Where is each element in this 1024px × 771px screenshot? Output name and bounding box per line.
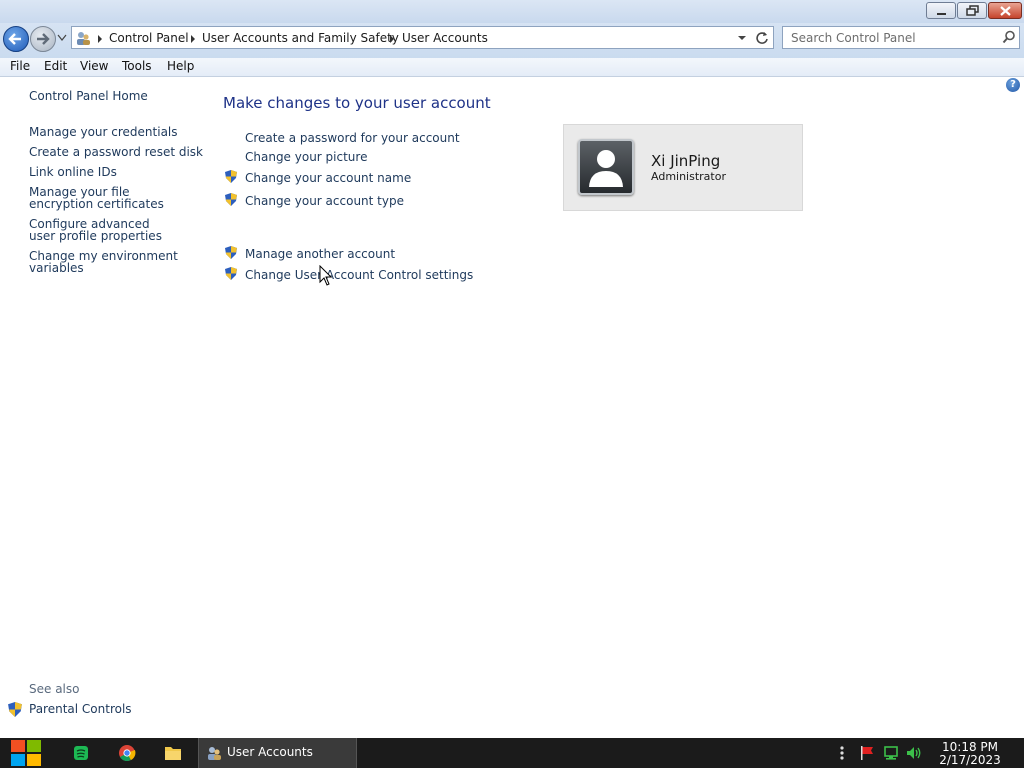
- breadcrumb-separator[interactable]: [191, 35, 195, 43]
- change-uac-settings-link[interactable]: Change User Account Control settings: [245, 268, 473, 282]
- change-account-name-link[interactable]: Change your account name: [245, 171, 411, 185]
- clock-time[interactable]: 10:18 PM: [930, 740, 1010, 754]
- chrome-icon: [119, 745, 136, 762]
- action-center-flag-icon[interactable]: [859, 745, 875, 761]
- close-icon: [1000, 6, 1011, 16]
- menu-tools[interactable]: Tools: [122, 59, 152, 73]
- network-icon[interactable]: [883, 745, 899, 761]
- menu-bar: File Edit View Tools Help: [0, 58, 1024, 77]
- refresh-icon[interactable]: [755, 31, 769, 45]
- address-bar[interactable]: Control Panel User Accounts and Family S…: [71, 26, 774, 49]
- user-role: Administrator: [651, 170, 726, 183]
- spotify-icon: [74, 746, 88, 760]
- search-icon[interactable]: [1002, 30, 1016, 44]
- taskbar-app-label: User Accounts: [227, 745, 313, 759]
- control-panel-home-link[interactable]: Control Panel Home: [29, 90, 148, 102]
- change-environment-variables-link[interactable]: Change my environment variables: [29, 250, 179, 274]
- forward-button[interactable]: [30, 26, 56, 52]
- manage-another-account-link[interactable]: Manage another account: [245, 247, 395, 261]
- see-also-heading: See also: [29, 682, 80, 696]
- link-online-ids-link[interactable]: Link online IDs: [29, 166, 117, 178]
- file-explorer-icon: [165, 747, 181, 760]
- back-arrow-icon: [8, 33, 21, 45]
- user-name: Xi JinPing: [651, 152, 721, 170]
- title-bar: [0, 0, 1024, 23]
- breadcrumb-separator[interactable]: [98, 35, 102, 43]
- user-accounts-window: Control Panel User Accounts and Family S…: [0, 0, 1024, 738]
- uac-shield-icon: [225, 267, 237, 280]
- create-password-reset-disk-link[interactable]: Create a password reset disk: [29, 146, 203, 158]
- manage-credentials-link[interactable]: Manage your credentials: [29, 126, 178, 138]
- forward-arrow-icon: [37, 33, 50, 45]
- user-accounts-app-icon: [208, 747, 221, 760]
- navigation-bar: Control Panel User Accounts and Family S…: [0, 23, 1024, 58]
- taskbar-user-accounts[interactable]: User Accounts: [198, 738, 357, 768]
- start-button[interactable]: [8, 738, 44, 768]
- breadcrumb-control-panel[interactable]: Control Panel: [109, 31, 189, 45]
- chrome-button[interactable]: [117, 738, 137, 768]
- back-button[interactable]: [3, 26, 29, 52]
- user-avatar: [578, 139, 634, 195]
- user-account-tile: Xi JinPing Administrator: [563, 124, 803, 211]
- uac-shield-icon: [225, 193, 237, 206]
- uac-shield-icon: [225, 170, 237, 183]
- page-title: Make changes to your user account: [223, 94, 491, 112]
- create-password-link[interactable]: Create a password for your account: [245, 131, 460, 145]
- menu-file[interactable]: File: [10, 59, 30, 73]
- taskbar: User Accounts 10:18 PM 2/17/2023: [0, 738, 1024, 768]
- breadcrumb-user-accounts[interactable]: User Accounts: [402, 31, 488, 45]
- recent-pages-chevron-icon[interactable]: [57, 34, 67, 42]
- uac-shield-icon: [225, 246, 237, 259]
- control-panel-users-icon: [77, 32, 90, 45]
- parental-controls-link[interactable]: Parental Controls: [29, 702, 132, 716]
- help-icon[interactable]: ?: [1006, 78, 1020, 92]
- restore-icon: [966, 5, 979, 16]
- configure-advanced-user-profile-link[interactable]: Configure advanced user profile properti…: [29, 218, 179, 242]
- menu-help[interactable]: Help: [167, 59, 194, 73]
- manage-file-encryption-certificates-link[interactable]: Manage your file encryption certificates: [29, 186, 189, 210]
- minimize-icon: [937, 13, 946, 15]
- restore-button[interactable]: [957, 2, 987, 19]
- change-account-type-link[interactable]: Change your account type: [245, 194, 404, 208]
- spotify-button[interactable]: [71, 738, 91, 768]
- change-picture-link[interactable]: Change your picture: [245, 150, 367, 164]
- mouse-cursor-icon: [319, 265, 333, 286]
- search-box[interactable]: [782, 26, 1020, 49]
- menu-view[interactable]: View: [80, 59, 108, 73]
- file-explorer-button[interactable]: [163, 738, 183, 768]
- overflow-icon[interactable]: [838, 745, 846, 761]
- minimize-button[interactable]: [926, 2, 956, 19]
- close-button[interactable]: [988, 2, 1022, 19]
- parental-controls-icon: [8, 702, 22, 717]
- address-dropdown-icon[interactable]: [737, 35, 747, 42]
- default-user-picture-icon: [589, 150, 623, 187]
- breadcrumb-separator[interactable]: [390, 35, 394, 43]
- menu-edit[interactable]: Edit: [44, 59, 67, 73]
- breadcrumb-user-accounts-family-safety[interactable]: User Accounts and Family Safety: [202, 31, 399, 45]
- volume-icon[interactable]: [905, 745, 923, 761]
- start-icon: [11, 740, 41, 766]
- search-input[interactable]: [783, 27, 993, 48]
- clock-date[interactable]: 2/17/2023: [930, 753, 1010, 767]
